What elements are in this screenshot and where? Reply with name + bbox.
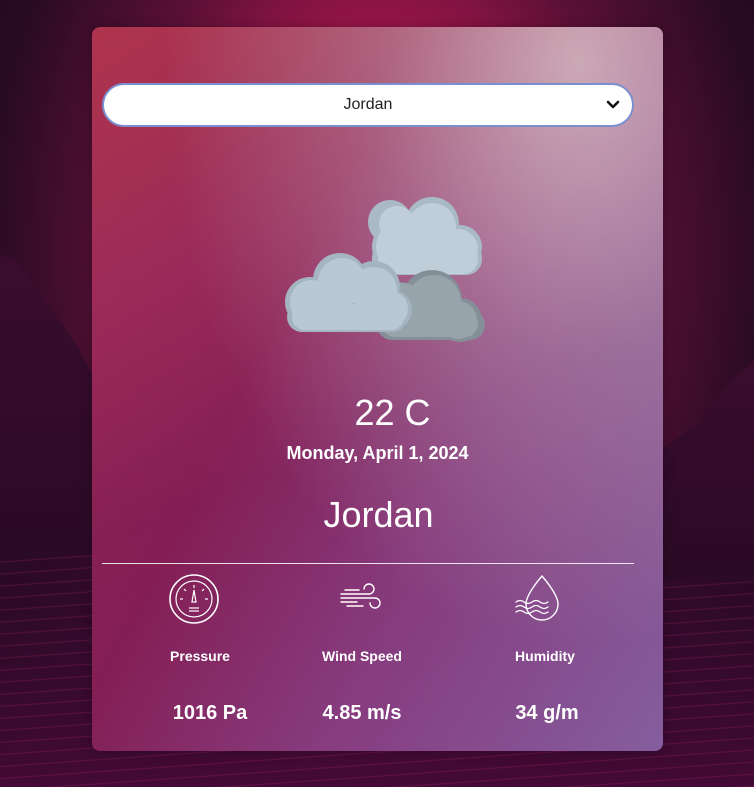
wind-icon — [340, 583, 381, 609]
weather-card: Jordan 22 C Monday, April 1, 2024 Jordan… — [92, 27, 663, 751]
cloudy-icon — [285, 197, 485, 342]
city-name: Jordan — [323, 494, 434, 535]
temperature: 22 C — [354, 392, 431, 433]
location-select[interactable]: Jordan — [102, 83, 634, 127]
humidity-icon — [515, 574, 559, 621]
pressure-label: Pressure — [170, 648, 230, 664]
humidity-label: Humidity — [515, 648, 575, 664]
date-label: Monday, April 1, 2024 — [286, 443, 469, 463]
location-select-value: Jordan — [343, 96, 393, 113]
wind-speed-value: 4.85 m/s — [322, 702, 402, 724]
humidity-value: 34 g/m — [515, 702, 579, 724]
wind-speed-label: Wind Speed — [322, 648, 402, 664]
pressure-gauge-icon — [169, 574, 219, 624]
chevron-down-icon — [606, 100, 620, 109]
pressure-value: 1016 Pa — [172, 702, 248, 724]
divider — [102, 563, 634, 564]
